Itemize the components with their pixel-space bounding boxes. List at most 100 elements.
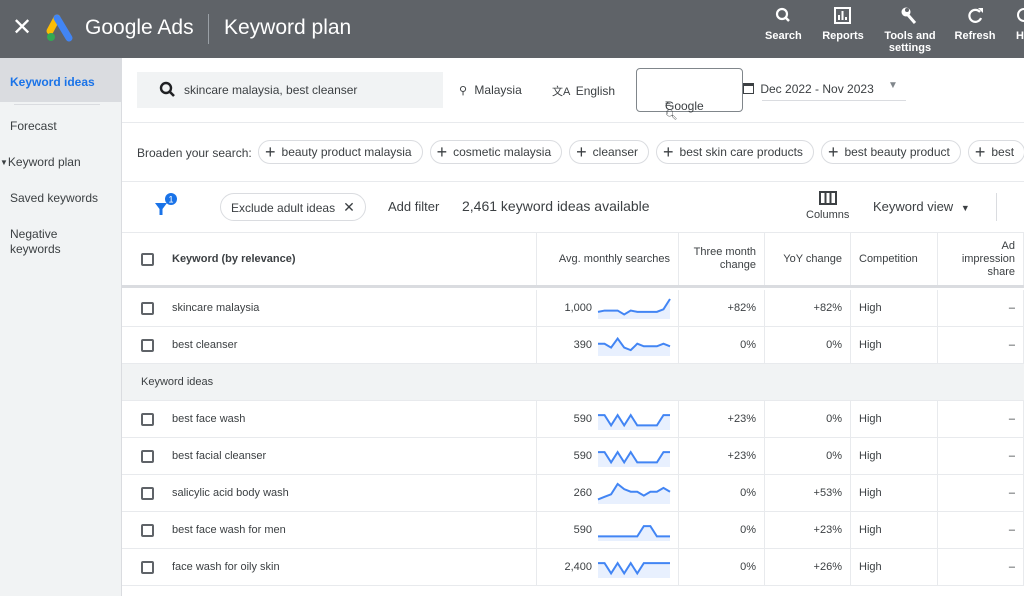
location-selector[interactable]: ⚲ Malaysia <box>459 83 522 97</box>
language-label: English <box>575 84 616 98</box>
search-icon <box>775 7 790 22</box>
avg-searches-value: 2,400 <box>564 561 592 573</box>
header-competition[interactable]: Competition <box>851 233 938 285</box>
avg-searches-value: 590 <box>573 524 592 536</box>
sparkline-area <box>598 484 670 504</box>
filter-chip-exclude-adult[interactable]: Exclude adult ideas ✕ <box>220 193 366 221</box>
table-row[interactable]: salicylic acid body wash 260 0% +53% High – <box>122 475 1024 512</box>
chip-label: beauty product malaysia <box>281 145 412 159</box>
sidebar-divider <box>14 104 100 105</box>
broaden-chip[interactable]: + best skin care products <box>656 140 814 164</box>
refresh-button[interactable]: Refresh <box>952 6 998 42</box>
competition-value: High <box>859 524 882 536</box>
competition-value: High <box>859 413 882 425</box>
table-row[interactable]: best cleanser 390 0% 0% High – <box>122 327 1024 364</box>
header-yoy-change[interactable]: YoY change <box>765 233 851 285</box>
reports-icon <box>834 7 851 24</box>
three-month-change-value: +23% <box>727 413 756 425</box>
broaden-chip[interactable]: + cosmetic malaysia <box>429 140 563 164</box>
sidebar-item-saved-keywords[interactable]: Saved keywords <box>0 191 122 206</box>
page-title: Keyword plan <box>224 16 352 39</box>
three-month-change-value: +82% <box>727 302 756 314</box>
close-icon[interactable]: ✕ <box>343 199 355 215</box>
header-keyword[interactable]: Keyword (by relevance) <box>122 233 537 285</box>
sidebar-item-keyword-ideas[interactable]: Keyword ideas <box>0 58 122 102</box>
ad-impression-share-value: – <box>1008 339 1015 351</box>
help-label: H <box>1016 30 1024 42</box>
yoy-change-value: 0% <box>826 413 842 425</box>
tools-settings-label: Tools and settings <box>884 30 936 54</box>
header-label: Ad impression share <box>961 239 1015 278</box>
date-range-label: Dec 2022 - Nov 2023 <box>760 82 874 96</box>
toolbar-divider <box>996 193 997 221</box>
columns-label: Columns <box>806 209 850 221</box>
select-all-checkbox[interactable] <box>141 252 154 266</box>
plus-icon: + <box>576 142 587 162</box>
google-ads-logo <box>46 14 73 42</box>
keyword-search-field[interactable]: skincare malaysia, best cleanser <box>137 72 443 108</box>
table-row[interactable]: best face wash 590 +23% 0% High – <box>122 401 1024 438</box>
three-month-change-value: +23% <box>727 450 756 462</box>
table-header: Keyword (by relevance) Avg. monthly searc… <box>122 233 1024 288</box>
chip-label: cleanser <box>592 145 639 159</box>
table-row[interactable]: face wash for oily skin 2,400 0% +26% High – <box>122 549 1024 586</box>
search-button[interactable]: Search <box>765 6 802 42</box>
sidebar-item-keyword-plan[interactable]: ▼Keyword plan <box>0 155 122 170</box>
row-checkbox[interactable] <box>141 560 154 574</box>
table-row[interactable]: skincare malaysia 1,000 +82% +82% High – <box>122 290 1024 327</box>
group-label: Keyword ideas <box>141 376 214 388</box>
trend-sparkline <box>597 482 671 504</box>
avg-searches-value: 590 <box>573 450 592 462</box>
translate-icon: 文A <box>552 86 571 98</box>
close-icon[interactable]: ✕ <box>12 16 32 40</box>
row-checkbox[interactable] <box>141 523 154 537</box>
chip-label: best beauty product <box>844 145 950 159</box>
table-row[interactable]: best facial cleanser 590 +23% 0% High – <box>122 438 1024 475</box>
row-checkbox[interactable] <box>141 486 154 500</box>
ad-impression-share-value: – <box>1008 413 1015 425</box>
keyword-view-label: Keyword view <box>873 199 954 214</box>
header-label: Three month change <box>693 246 756 271</box>
row-checkbox[interactable] <box>141 449 154 463</box>
row-checkbox[interactable] <box>141 412 154 426</box>
language-selector[interactable]: 文A English <box>552 83 615 99</box>
row-checkbox[interactable] <box>141 301 154 315</box>
broaden-chip[interactable]: + cleanser <box>569 140 650 164</box>
sidebar-item-negative-keywords[interactable]: Negative keywords <box>0 227 80 257</box>
competition-value: High <box>859 302 882 314</box>
keyword-view-dropdown[interactable]: Keyword view ▼ <box>873 199 970 214</box>
search-query[interactable]: skincare malaysia, best cleanser <box>184 83 357 97</box>
add-filter-button[interactable]: Add filter <box>388 199 439 214</box>
columns-button[interactable]: Columns <box>806 191 849 221</box>
sidebar-item-forecast[interactable]: Forecast <box>0 119 122 134</box>
title-divider <box>208 14 209 44</box>
network-selector[interactable]: ≡🔍︎ Google <box>636 68 743 121</box>
caret-down-icon: ▼ <box>0 158 8 167</box>
reports-button[interactable]: Reports <box>820 6 866 42</box>
top-app-bar: ✕ Google Ads Keyword plan Search Reports… <box>0 0 1024 58</box>
yoy-change-value: 0% <box>826 450 842 462</box>
row-checkbox[interactable] <box>141 338 154 352</box>
plus-icon: + <box>663 142 674 162</box>
header-ad-impression-share[interactable]: Ad impression share <box>938 233 1024 285</box>
tools-settings-button[interactable]: Tools and settings <box>880 6 940 54</box>
header-avg-monthly-searches[interactable]: Avg. monthly searches <box>537 233 679 285</box>
dropdown-caret-icon[interactable]: ▼ <box>888 80 898 91</box>
table-row[interactable]: best face wash for men 590 0% +23% High – <box>122 512 1024 549</box>
broaden-chip[interactable]: + best beauty product <box>820 140 961 164</box>
columns-icon <box>818 191 837 205</box>
broaden-chip[interactable]: + beauty product malaysia <box>258 140 423 164</box>
avg-searches-value: 590 <box>573 413 592 425</box>
date-range-selector[interactable]: Dec 2022 - Nov 2023 <box>743 82 874 96</box>
header-label: YoY change <box>783 253 842 265</box>
header-three-month-change[interactable]: Three month change <box>679 233 765 285</box>
yoy-change-value: +23% <box>813 524 842 536</box>
three-month-change-value: 0% <box>740 487 756 499</box>
network-label: Google <box>665 99 704 113</box>
help-button[interactable]: H <box>1016 6 1024 42</box>
sidebar-nav: Keyword ideas Forecast ▼Keyword plan Sav… <box>0 58 122 596</box>
filter-icon[interactable]: 1 <box>152 193 180 221</box>
broaden-chip[interactable]: + best <box>967 140 1024 164</box>
calendar-icon <box>743 83 754 94</box>
sidebar-item-label: Keyword plan <box>7 155 81 169</box>
